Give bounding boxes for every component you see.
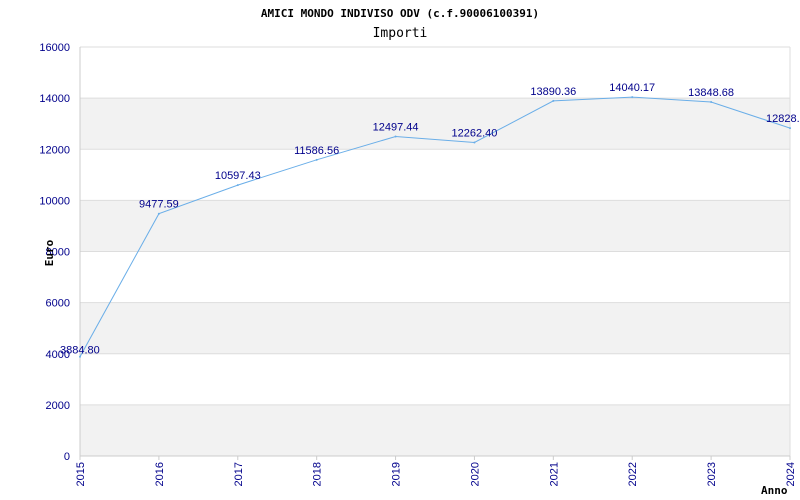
data-point <box>157 212 160 215</box>
plot-band <box>80 404 790 456</box>
chart-subtitle: Importi <box>373 26 428 41</box>
y-tick-label: 12000 <box>39 144 70 156</box>
x-axis-ticks: 2015 2016 2017 2018 2019 2020 2021 2022 2023 2024 <box>75 456 797 486</box>
chart: AMICI MONDO INDIVISO ODV (c.f.9000610039… <box>39 7 800 497</box>
y-axis-label: Euro <box>43 239 56 266</box>
y-tick-label: 10000 <box>39 195 70 207</box>
data-point <box>552 99 555 102</box>
x-tick-label: 2021 <box>548 462 560 486</box>
data-point <box>631 96 634 99</box>
plot-band <box>80 302 790 354</box>
x-axis-label: Anno <box>761 484 788 497</box>
y-tick-label: 16000 <box>39 42 70 54</box>
x-tick-label: 2023 <box>706 462 718 486</box>
data-point <box>710 100 713 103</box>
data-label: 13848.68 <box>688 87 734 99</box>
y-tick-label: 0 <box>64 451 70 463</box>
x-tick-label: 2022 <box>627 462 639 486</box>
data-point <box>315 158 318 161</box>
y-tick-label: 2000 <box>46 400 70 412</box>
x-tick-label: 2024 <box>785 462 797 486</box>
x-tick-label: 2017 <box>233 462 245 486</box>
plot-band <box>80 200 790 252</box>
data-label: 11586.56 <box>294 145 339 157</box>
data-point <box>789 127 791 130</box>
data-label: 12828.0 <box>766 113 800 125</box>
x-tick-label: 2016 <box>154 462 166 486</box>
chart-title: AMICI MONDO INDIVISO ODV (c.f.9000610039… <box>261 7 539 20</box>
x-tick-label: 2019 <box>391 462 403 486</box>
plot-band <box>80 98 790 150</box>
data-label: 10597.43 <box>215 170 261 182</box>
data-label: 12262.40 <box>451 128 497 140</box>
x-tick-label: 2018 <box>312 462 324 486</box>
data-point <box>394 135 397 138</box>
y-tick-label: 6000 <box>46 298 70 310</box>
plot-area <box>80 98 790 456</box>
data-label: 13890.36 <box>530 86 576 98</box>
data-label: 12497.44 <box>373 122 419 134</box>
data-label: 3884.80 <box>60 345 100 357</box>
x-tick-label: 2015 <box>75 462 87 486</box>
data-label: 9477.59 <box>139 199 179 211</box>
data-label: 14040.17 <box>609 82 655 94</box>
data-point <box>473 141 476 144</box>
data-point <box>236 184 239 187</box>
x-tick-label: 2020 <box>469 462 481 486</box>
y-tick-label: 14000 <box>39 93 70 105</box>
